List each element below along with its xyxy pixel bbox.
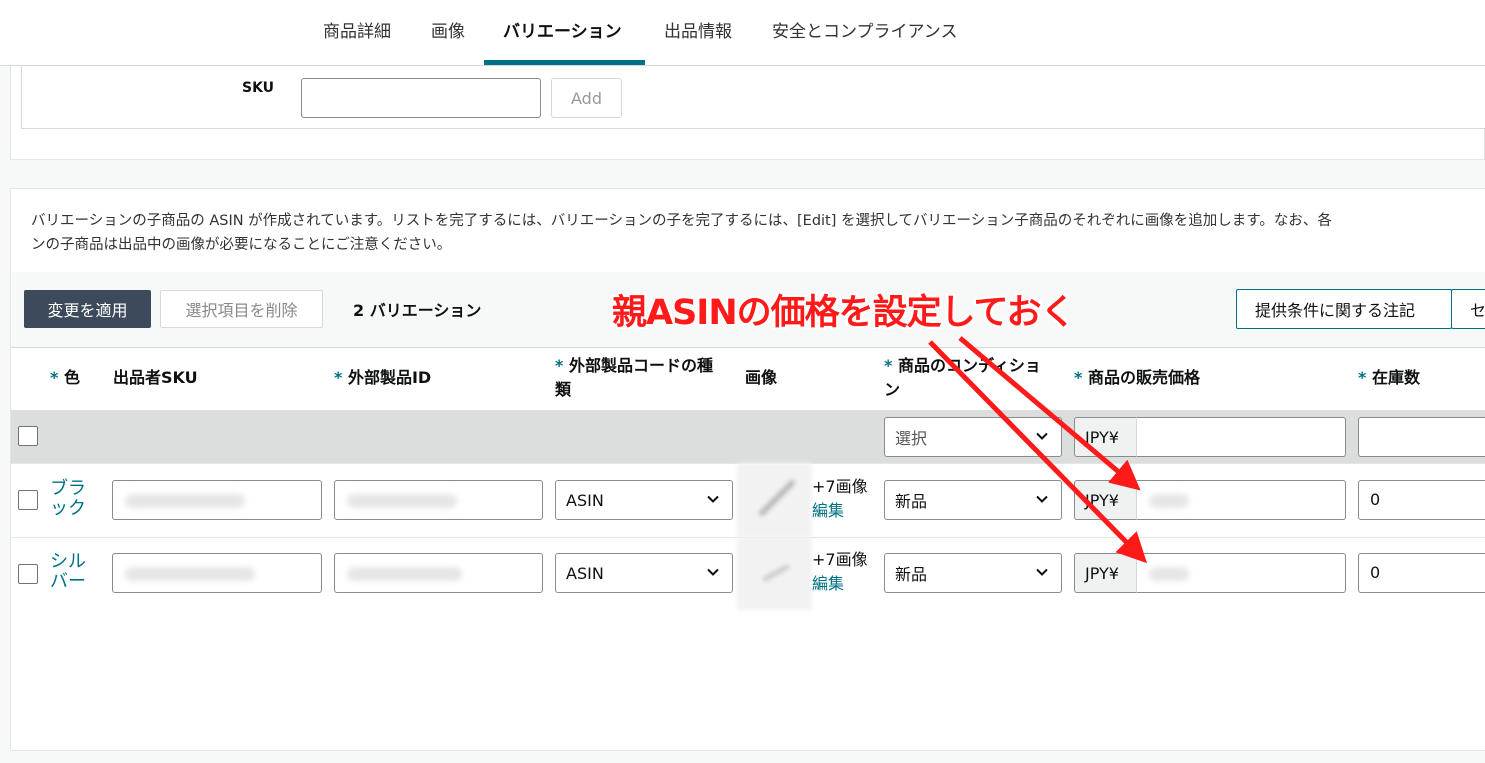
edit-images-link[interactable]: 編集 [812,572,844,596]
bulk-currency-label: JPY¥ [1074,417,1137,457]
sku-label: SKU [242,80,275,96]
select-all-checkbox[interactable] [18,426,38,446]
external-id-input[interactable] [334,480,543,520]
sku-inner-box [21,66,1485,129]
image-count: +7画像 [812,477,868,496]
header-external-code-type[interactable]: * 外部製品コードの種 類 [555,354,713,402]
row-checkbox[interactable] [18,564,38,584]
redacted-text [347,494,457,508]
header-condition[interactable]: * 商品のコンディショ ン [884,354,1041,402]
active-tab-indicator [484,60,645,65]
bulk-condition-select[interactable]: 選択 [884,417,1062,457]
thumbnail-shape [762,564,790,582]
redacted-text [347,567,462,581]
header-image: 画像 [745,368,778,387]
external-id-input[interactable] [334,553,543,593]
add-sku-button[interactable]: Add [551,78,622,118]
price-input[interactable] [1137,553,1346,593]
header-seller-sku[interactable]: 出品者SKU [113,366,198,390]
bulk-quantity-input[interactable] [1358,417,1485,457]
chevron-down-icon [707,495,719,503]
edit-images-link[interactable]: 編集 [812,499,844,523]
chevron-down-icon [1036,495,1048,503]
variation-count: 2 バリエーション [353,301,482,320]
chevron-down-icon [1036,432,1048,440]
next-toolbar-button[interactable]: セ [1451,289,1485,329]
info-message: バリエーションの子商品の ASIN が作成されています。リストを完了するには、バ… [31,209,1485,257]
delete-selected-button[interactable]: 選択項目を削除 [160,290,323,328]
tab-safety-compliance[interactable]: 安全とコンプライアンス [772,17,957,42]
info-line-1: バリエーションの子商品の ASIN が作成されています。リストを完了するには、バ… [31,213,1332,229]
tab-offer[interactable]: 出品情報 [664,17,732,42]
annotation-label: 親ASINの価格を設定しておく [612,293,1076,333]
id-type-select[interactable]: ASIN [555,480,733,520]
header-quantity[interactable]: * 在庫数 [1358,366,1420,390]
color-link-black[interactable]: ブラ ック [50,479,86,519]
id-type-select[interactable]: ASIN [555,553,733,593]
redacted-text [125,494,245,508]
currency-label: JPY¥ [1074,480,1137,520]
bulk-price-input[interactable] [1137,417,1346,457]
currency-label: JPY¥ [1074,553,1137,593]
product-thumbnail[interactable] [737,463,812,537]
quantity-input[interactable]: 0 [1358,553,1485,593]
image-count: +7画像 [812,550,868,569]
redacted-text [1149,567,1189,581]
tab-variations[interactable]: バリエーション [503,17,622,42]
header-color[interactable]: * 色 [50,366,80,390]
seller-sku-input[interactable] [112,553,322,593]
header-external-id[interactable]: * 外部製品ID [334,366,431,390]
color-link-silver[interactable]: シル バー [50,552,86,592]
tab-images[interactable]: 画像 [431,17,465,42]
redacted-text [125,567,255,581]
info-line-2: ンの子商品は出品中の画像が必要になることにご注意ください。 [31,237,452,253]
condition-select[interactable]: 新品 [884,480,1062,520]
apply-changes-button[interactable]: 変更を適用 [24,290,151,328]
redacted-text [1149,494,1189,508]
condition-select[interactable]: 新品 [884,553,1062,593]
chevron-down-icon [707,568,719,576]
tab-product-details[interactable]: 商品詳細 [323,17,391,42]
seller-sku-input[interactable] [112,480,322,520]
quantity-input[interactable]: 0 [1358,480,1485,520]
chevron-down-icon [1036,568,1048,576]
product-thumbnail[interactable] [737,537,812,610]
offer-notes-button[interactable]: 提供条件に関する注記 [1236,289,1452,329]
row-checkbox[interactable] [18,490,38,510]
sku-input[interactable] [301,78,541,118]
thumbnail-shape [759,480,795,516]
header-price[interactable]: * 商品の販売価格 [1074,366,1200,390]
tab-bar: 商品詳細 画像 バリエーション 出品情報 安全とコンプライアンス [0,0,1485,66]
price-input[interactable] [1137,480,1346,520]
